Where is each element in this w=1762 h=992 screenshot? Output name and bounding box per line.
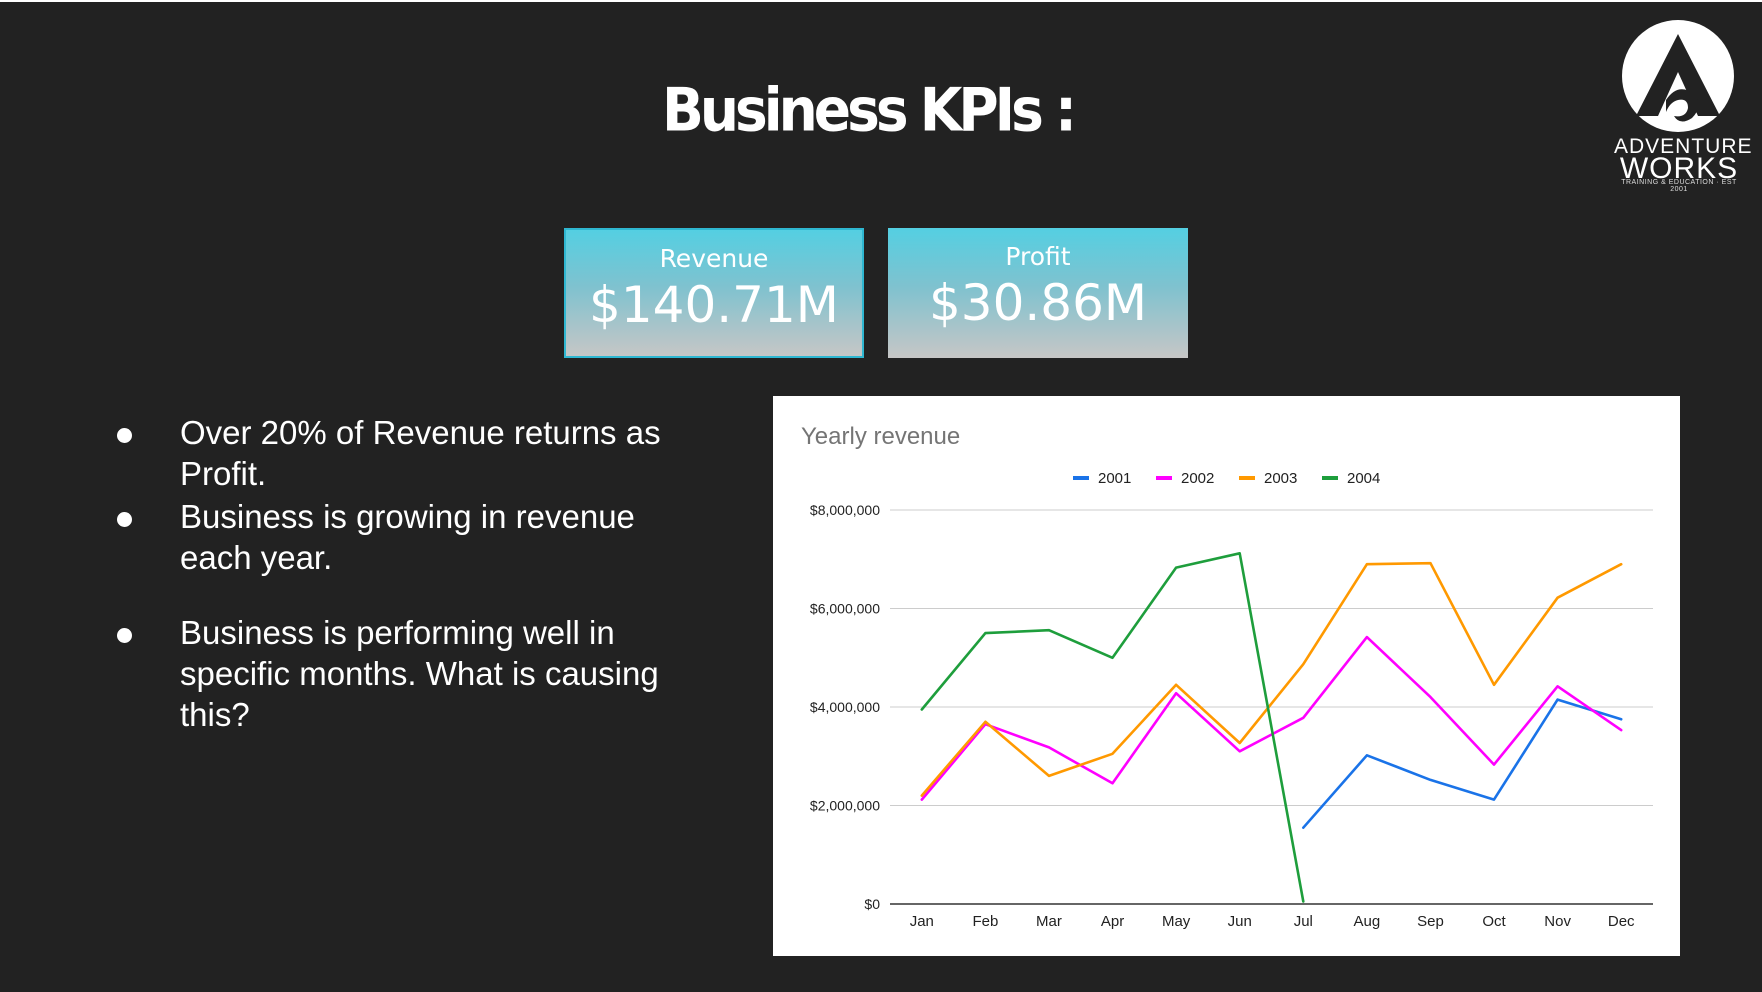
bullet-dot-icon	[117, 628, 132, 643]
y-tick-label: $8,000,000	[810, 502, 880, 518]
kpi-value-revenue: $140.71M	[589, 276, 839, 334]
bullet-text: Business is growing in revenue each year…	[180, 498, 635, 576]
x-tick-label: Oct	[1482, 913, 1506, 930]
kpi-value-profit: $30.86M	[928, 274, 1148, 332]
kpi-card-revenue: Revenue $140.71M	[564, 228, 864, 358]
legend-swatch	[1322, 476, 1338, 480]
x-tick-label: Apr	[1101, 913, 1124, 930]
bullet-dot-icon	[117, 428, 132, 443]
x-tick-label: Jul	[1294, 913, 1313, 930]
legend-label: 2001	[1098, 470, 1131, 487]
y-tick-label: $6,000,000	[810, 601, 880, 617]
bullet-text: Over 20% of Revenue returns as Profit.	[180, 414, 661, 492]
slide-canvas: Business KPIs : ADVENTURE WORKS TRAINING…	[0, 0, 1762, 992]
slide: Business KPIs : ADVENTURE WORKS TRAINING…	[0, 2, 1762, 992]
x-tick-label: Nov	[1544, 913, 1571, 930]
chart-title: Yearly revenue	[801, 423, 960, 450]
x-tick-label: Aug	[1354, 913, 1381, 930]
yearly-revenue-chart: Yearly revenue $0 $2,000,000 $4,000,000 $6,0…	[773, 396, 1680, 956]
x-tick-label: Jun	[1228, 913, 1252, 930]
series-line-2001	[1302, 698, 1623, 829]
legend-swatch	[1156, 476, 1172, 480]
legend-label: 2002	[1181, 470, 1214, 487]
x-tick-label: Mar	[1036, 913, 1062, 930]
chart-svg: Yearly revenue $0 $2,000,000 $4,000,000 $6,0…	[801, 423, 1653, 930]
series-line-2003	[920, 561, 1623, 797]
legend-swatch	[1239, 476, 1255, 480]
x-tick-label: May	[1162, 913, 1191, 930]
legend-swatch	[1073, 476, 1089, 480]
kpi-label-revenue: Revenue	[659, 244, 769, 273]
legend-label: 2004	[1347, 470, 1380, 487]
bullet-dot-icon	[117, 512, 132, 527]
series-line-2002	[920, 635, 1623, 801]
slide-title: Business KPIs :	[661, 75, 1077, 145]
y-tick-label: $0	[864, 896, 880, 912]
x-tick-label: Dec	[1608, 913, 1635, 930]
x-tick-label: Jan	[910, 913, 934, 930]
x-tick-label: Feb	[972, 913, 998, 930]
y-tick-label: $4,000,000	[810, 699, 880, 715]
kpi-card-profit: Profit $30.86M	[888, 228, 1188, 358]
x-tick-label: Sep	[1417, 913, 1444, 930]
legend-label: 2003	[1264, 470, 1297, 487]
bullet-text: Business is performing well in specific …	[180, 614, 659, 733]
kpi-label-profit: Profit	[1005, 242, 1071, 271]
logo-tagline: TRAINING & EDUCATION · EST 2001	[1621, 179, 1737, 193]
y-tick-label: $2,000,000	[810, 798, 880, 814]
